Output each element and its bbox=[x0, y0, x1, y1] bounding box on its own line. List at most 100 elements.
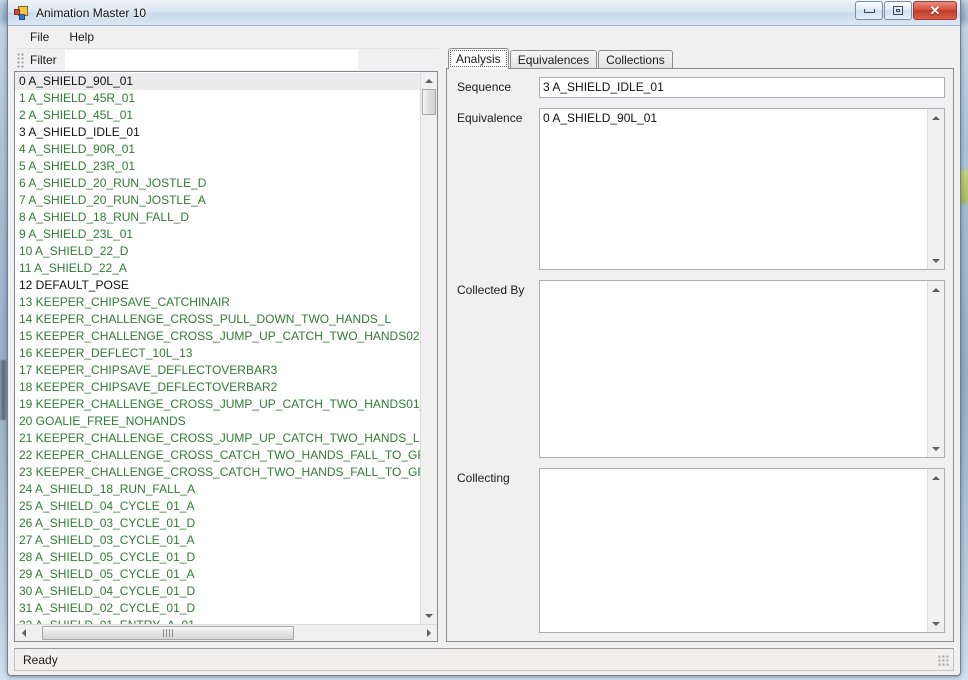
window-title: Animation Master 10 bbox=[36, 5, 147, 20]
tab-strip: Analysis Equivalences Collections bbox=[446, 48, 954, 69]
sequence-list-item[interactable]: 5 A_SHIELD_23R_01 bbox=[15, 158, 420, 175]
equivalence-label: Equivalence bbox=[457, 111, 523, 125]
tab-collections[interactable]: Collections bbox=[598, 50, 673, 69]
scroll-up-button[interactable] bbox=[928, 281, 944, 298]
main-content-area: Filter 0 A_SHIELD_90L_01 1 A_SHIELD_45R_0… bbox=[8, 48, 960, 648]
scroll-down-button[interactable] bbox=[928, 615, 944, 632]
sequence-list-item[interactable]: 23 KEEPER_CHALLENGE_CROSS_CATCH_TWO_HAND… bbox=[15, 464, 420, 481]
scroll-down-button[interactable] bbox=[928, 252, 944, 269]
hscroll-track[interactable] bbox=[32, 625, 420, 641]
sequence-list-item[interactable]: 12 DEFAULT_POSE bbox=[15, 277, 420, 294]
sequence-list-item[interactable]: 19 KEEPER_CHALLENGE_CROSS_JUMP_UP_CATCH_… bbox=[15, 396, 420, 413]
desktop-accent bbox=[960, 170, 968, 204]
sequence-list-item[interactable]: 28 A_SHIELD_05_CYCLE_01_D bbox=[15, 549, 420, 566]
sequence-list-item[interactable]: 26 A_SHIELD_03_CYCLE_01_D bbox=[15, 515, 420, 532]
sequence-list-item[interactable]: 27 A_SHIELD_03_CYCLE_01_A bbox=[15, 532, 420, 549]
sequence-list-item[interactable]: 0 A_SHIELD_90L_01 bbox=[15, 73, 420, 90]
collected-by-list-container[interactable] bbox=[539, 280, 945, 458]
collected-by-label: Collected By bbox=[457, 283, 525, 297]
sequence-list-item[interactable]: 11 A_SHIELD_22_A bbox=[15, 260, 420, 277]
sequence-list-vscrollbar[interactable] bbox=[420, 72, 437, 624]
collected-by-list[interactable] bbox=[540, 281, 927, 457]
sequence-list-item[interactable]: 24 A_SHIELD_18_RUN_FALL_A bbox=[15, 481, 420, 498]
scrollbar-grip-icon bbox=[163, 629, 173, 637]
sequence-list-item[interactable]: 16 KEEPER_DEFLECT_10L_13 bbox=[15, 345, 420, 362]
sequence-list-item[interactable]: 3 A_SHIELD_IDLE_01 bbox=[15, 124, 420, 141]
toolbar-grip-icon[interactable] bbox=[16, 52, 24, 68]
sequence-listbox[interactable]: 0 A_SHIELD_90L_01 1 A_SHIELD_45R_01 2 A_SH… bbox=[15, 72, 420, 624]
status-bar: Ready bbox=[14, 648, 954, 671]
sequence-field-row: Sequence 3 A_SHIELD_IDLE_01 bbox=[451, 77, 945, 98]
app-logo-square-blue bbox=[19, 13, 25, 20]
hscroll-thumb[interactable] bbox=[42, 626, 294, 640]
sequence-list-item[interactable]: 30 A_SHIELD_04_CYCLE_01_D bbox=[15, 583, 420, 600]
minimize-icon bbox=[863, 8, 875, 13]
arrow-down-icon bbox=[932, 621, 940, 626]
vscroll-track[interactable] bbox=[928, 298, 944, 440]
sequence-list-item[interactable]: 17 KEEPER_CHIPSAVE_DEFLECTOVERBAR3 bbox=[15, 362, 420, 379]
restore-button[interactable] bbox=[884, 1, 912, 20]
sequence-list-item[interactable]: 9 A_SHIELD_23L_01 bbox=[15, 226, 420, 243]
collecting-label: Collecting bbox=[457, 471, 510, 485]
window-controls: ✕ bbox=[855, 1, 957, 20]
vscroll-track[interactable] bbox=[928, 126, 944, 252]
sequence-list-item[interactable]: 1 A_SHIELD_45R_01 bbox=[15, 90, 420, 107]
scroll-up-button[interactable] bbox=[421, 72, 437, 89]
sequence-list-item[interactable]: 8 A_SHIELD_18_RUN_FALL_D bbox=[15, 209, 420, 226]
close-icon: ✕ bbox=[929, 3, 941, 18]
close-button[interactable]: ✕ bbox=[913, 1, 957, 20]
equivalence-list-item[interactable]: 0 A_SHIELD_90L_01 bbox=[543, 111, 924, 126]
sequence-list-item[interactable]: 18 KEEPER_CHIPSAVE_DEFLECTOVERBAR2 bbox=[15, 379, 420, 396]
sequence-list-item[interactable]: 21 KEEPER_CHALLENGE_CROSS_JUMP_UP_CATCH_… bbox=[15, 430, 420, 447]
sequence-list-item[interactable]: 4 A_SHIELD_90R_01 bbox=[15, 141, 420, 158]
sequence-label: Sequence bbox=[457, 80, 512, 94]
sequence-list-item[interactable]: 31 A_SHIELD_02_CYCLE_01_D bbox=[15, 600, 420, 617]
sequence-list-item[interactable]: 20 GOALIE_FREE_NOHANDS bbox=[15, 413, 420, 430]
arrow-left-icon bbox=[21, 629, 26, 637]
sequence-list-hscrollbar[interactable] bbox=[15, 624, 437, 641]
scroll-left-button[interactable] bbox=[15, 625, 32, 641]
vscroll-track[interactable] bbox=[421, 89, 437, 607]
sequence-list-item[interactable]: 15 KEEPER_CHALLENGE_CROSS_JUMP_UP_CATCH_… bbox=[15, 328, 420, 345]
menu-item-file[interactable]: File bbox=[20, 27, 59, 47]
scroll-right-button[interactable] bbox=[420, 625, 437, 641]
arrow-up-icon bbox=[932, 115, 940, 120]
sequence-list-item[interactable]: 6 A_SHIELD_20_RUN_JOSTLE_D bbox=[15, 175, 420, 192]
scroll-down-button[interactable] bbox=[421, 607, 437, 624]
collecting-list[interactable] bbox=[540, 469, 927, 632]
collecting-vscrollbar[interactable] bbox=[927, 469, 944, 632]
scroll-up-button[interactable] bbox=[928, 109, 944, 126]
sequence-list-item[interactable]: 13 KEEPER_CHIPSAVE_CATCHINAIR bbox=[15, 294, 420, 311]
filter-label: Filter bbox=[30, 53, 57, 67]
equivalence-list[interactable]: 0 A_SHIELD_90L_01 bbox=[540, 109, 927, 269]
collecting-list-container[interactable] bbox=[539, 468, 945, 633]
sequence-list-container: 0 A_SHIELD_90L_01 1 A_SHIELD_45R_01 2 A_SH… bbox=[14, 71, 438, 642]
equivalence-vscrollbar[interactable] bbox=[927, 109, 944, 269]
title-bar[interactable]: Animation Master 10 ✕ bbox=[8, 0, 960, 26]
sequence-list-item[interactable]: 22 KEEPER_CHALLENGE_CROSS_CATCH_TWO_HAND… bbox=[15, 447, 420, 464]
sequence-list-item[interactable]: 2 A_SHIELD_45L_01 bbox=[15, 107, 420, 124]
collected-by-vscrollbar[interactable] bbox=[927, 281, 944, 457]
sequence-list-item[interactable]: 29 A_SHIELD_05_CYCLE_01_A bbox=[15, 566, 420, 583]
sequence-list-item[interactable]: 7 A_SHIELD_20_RUN_JOSTLE_A bbox=[15, 192, 420, 209]
sequence-list-row: 0 A_SHIELD_90L_01 1 A_SHIELD_45R_01 2 A_SH… bbox=[15, 72, 437, 624]
tab-analysis[interactable]: Analysis bbox=[448, 48, 509, 69]
sequence-list-item[interactable]: 25 A_SHIELD_04_CYCLE_01_A bbox=[15, 498, 420, 515]
menu-item-help[interactable]: Help bbox=[59, 27, 104, 47]
scroll-up-button[interactable] bbox=[928, 469, 944, 486]
filter-toolbar: Filter bbox=[14, 48, 438, 71]
filter-input[interactable] bbox=[64, 50, 358, 70]
tab-equivalences[interactable]: Equivalences bbox=[509, 50, 598, 69]
sequence-list-item[interactable]: 14 KEEPER_CHALLENGE_CROSS_PULL_DOWN_TWO_… bbox=[15, 311, 420, 328]
equivalence-list-container[interactable]: 0 A_SHIELD_90L_01 bbox=[539, 108, 945, 270]
arrow-up-icon bbox=[425, 78, 433, 83]
minimize-button[interactable] bbox=[855, 1, 883, 20]
vscroll-thumb[interactable] bbox=[422, 89, 436, 115]
sequence-list-item[interactable]: 10 A_SHIELD_22_D bbox=[15, 243, 420, 260]
sequence-input[interactable]: 3 A_SHIELD_IDLE_01 bbox=[539, 77, 945, 98]
vscroll-track[interactable] bbox=[928, 486, 944, 615]
collected-by-field-row: Collected By bbox=[451, 280, 945, 458]
scroll-down-button[interactable] bbox=[928, 440, 944, 457]
resize-grip-icon[interactable] bbox=[938, 655, 950, 667]
sequence-list-item[interactable]: 32 A_SHIELD_01_ENTRY_A_01 bbox=[15, 617, 420, 624]
